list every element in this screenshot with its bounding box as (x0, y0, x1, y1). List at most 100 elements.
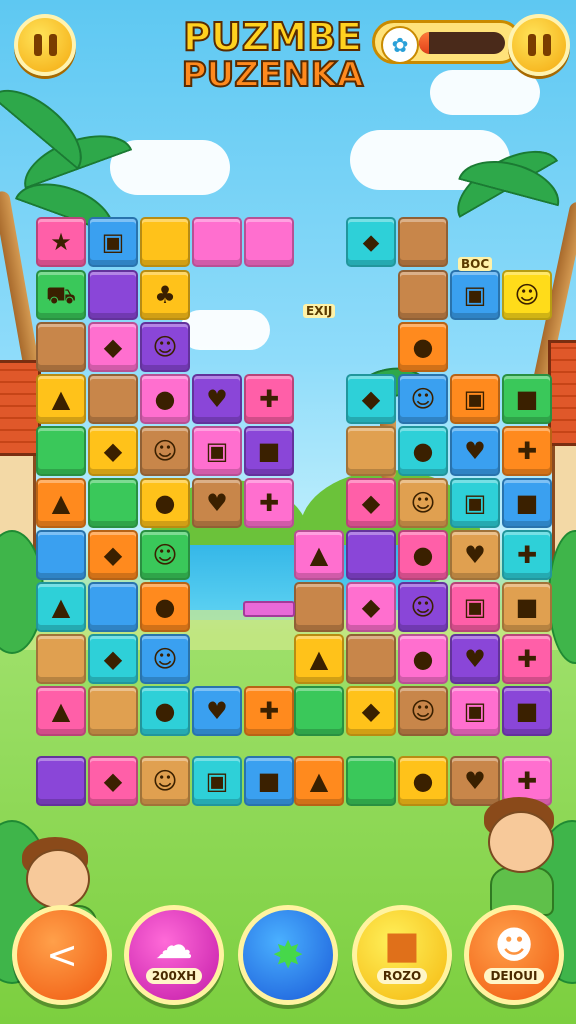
cat-icon: ☻ (494, 923, 534, 967)
board-tile[interactable] (346, 634, 396, 684)
board-tile[interactable]: ▲ (294, 756, 344, 806)
board-tile[interactable]: ▣ (450, 582, 500, 632)
board-tile[interactable]: ▣ (450, 478, 500, 528)
board-tile[interactable]: ■ (502, 686, 552, 736)
tile-pink[interactable] (192, 217, 242, 267)
tile-pink[interactable] (244, 217, 294, 267)
board-tile[interactable] (88, 478, 138, 528)
board-tile[interactable]: ▲ (294, 530, 344, 580)
board-tile[interactable]: ● (140, 478, 190, 528)
board-tile[interactable]: ◆ (88, 530, 138, 580)
ghost-booster-button[interactable]: ☁ 200XH (124, 905, 224, 1005)
ghost-booster-label: 200XH (145, 968, 203, 984)
board-tile[interactable]: ✚ (244, 686, 294, 736)
star-booster-button[interactable]: ✸ (238, 905, 338, 1005)
board-tile[interactable]: ♥ (450, 634, 500, 684)
board-tile[interactable]: ■ (244, 426, 294, 476)
board-tile[interactable]: ■ (502, 582, 552, 632)
board-tile[interactable]: ▣ (450, 686, 500, 736)
board-tile[interactable]: ▣ (450, 374, 500, 424)
board-tile[interactable]: ◆ (346, 374, 396, 424)
board-tile[interactable] (36, 756, 86, 806)
board-tile[interactable] (346, 426, 396, 476)
board-tile[interactable]: ☺ (398, 374, 448, 424)
board-tile[interactable]: ♥ (450, 530, 500, 580)
tile-dirt[interactable] (398, 270, 448, 320)
box-booster-label: ROZO (376, 968, 428, 984)
board-tile[interactable]: ☺ (140, 322, 190, 372)
board-tile[interactable]: ▣ (192, 426, 242, 476)
board-tile[interactable]: ☺ (398, 686, 448, 736)
board-tile[interactable] (36, 634, 86, 684)
board-tile[interactable]: ● (398, 426, 448, 476)
tile-mushroom[interactable]: ♣ (140, 270, 190, 320)
board-tile[interactable]: ✚ (244, 478, 294, 528)
board-tile[interactable]: ▲ (36, 374, 86, 424)
board-tile[interactable]: ● (398, 530, 448, 580)
board-tile[interactable]: ☺ (140, 634, 190, 684)
board-tile[interactable]: ✚ (502, 426, 552, 476)
board-tile[interactable]: ● (398, 634, 448, 684)
kid-character-right (472, 795, 572, 916)
board-tile[interactable] (88, 686, 138, 736)
board-tile[interactable]: ◆ (88, 426, 138, 476)
board-tile[interactable]: ● (140, 686, 190, 736)
board-tile[interactable]: ✚ (502, 530, 552, 580)
board-tile[interactable] (88, 582, 138, 632)
board-tile[interactable]: ☺ (140, 530, 190, 580)
tile-robot[interactable]: ▣ (88, 217, 138, 267)
board-tile[interactable]: ■ (244, 756, 294, 806)
board-tile[interactable] (346, 756, 396, 806)
board-tile[interactable]: ☺ (140, 426, 190, 476)
tile-cyan-carrot[interactable]: ⬥ (346, 217, 396, 267)
pink-plank (243, 601, 295, 617)
board-tile[interactable]: ● (140, 374, 190, 424)
board-tile[interactable]: ♥ (192, 478, 242, 528)
board-tile[interactable]: ✚ (502, 634, 552, 684)
board-tile[interactable]: ■ (502, 478, 552, 528)
board-tile[interactable]: ♥ (450, 426, 500, 476)
board-tile[interactable]: ▲ (36, 582, 86, 632)
board-tile[interactable]: ◆ (346, 582, 396, 632)
board-tile[interactable] (88, 374, 138, 424)
box-icon: ■ (384, 923, 420, 967)
board-tile[interactable]: ☺ (398, 582, 448, 632)
board-tile[interactable]: ◆ (88, 634, 138, 684)
tile-yellow[interactable] (140, 217, 190, 267)
board-tile[interactable]: ◆ (88, 756, 138, 806)
board-tile[interactable] (36, 426, 86, 476)
board-tile[interactable]: ■ (502, 374, 552, 424)
board-tile[interactable] (346, 530, 396, 580)
board-tile[interactable] (36, 530, 86, 580)
tile-purple[interactable] (88, 270, 138, 320)
board-tile[interactable]: ◆ (88, 322, 138, 372)
board-tile[interactable]: ▲ (36, 478, 86, 528)
box-booster-button[interactable]: ■ ROZO (352, 905, 452, 1005)
cat-booster-label: DEIOUI (484, 968, 544, 984)
ghost-icon: ☁ (155, 923, 193, 967)
tile-dirt[interactable] (398, 217, 448, 267)
board-tile[interactable]: ◆ (346, 686, 396, 736)
cat-booster-button[interactable]: ☻ DEIOUI (464, 905, 564, 1005)
board-tile[interactable] (294, 582, 344, 632)
board-tile[interactable]: ✚ (244, 374, 294, 424)
board-tile[interactable]: ▲ (294, 634, 344, 684)
board-tile[interactable] (294, 686, 344, 736)
board-tile[interactable]: ● (398, 322, 448, 372)
tile-truck[interactable]: ⛟ (36, 270, 86, 320)
board-tile[interactable]: ● (140, 582, 190, 632)
board-tile[interactable] (36, 322, 86, 372)
board-tile[interactable]: ● (398, 756, 448, 806)
tile-sun[interactable]: ☺ (502, 270, 552, 320)
board-tile[interactable]: ▣ (192, 756, 242, 806)
board-tile[interactable]: ☺ (398, 478, 448, 528)
board-tile[interactable]: ♥ (192, 374, 242, 424)
board-tile[interactable]: ♥ (192, 686, 242, 736)
board-tile[interactable]: ◆ (346, 478, 396, 528)
board-tile[interactable]: ☺ (140, 756, 190, 806)
tile-robot[interactable]: ▣ (450, 270, 500, 320)
share-icon: < (46, 933, 78, 977)
tile-star[interactable]: ★ (36, 217, 86, 267)
board-tile[interactable]: ▲ (36, 686, 86, 736)
share-button[interactable]: < (12, 905, 112, 1005)
